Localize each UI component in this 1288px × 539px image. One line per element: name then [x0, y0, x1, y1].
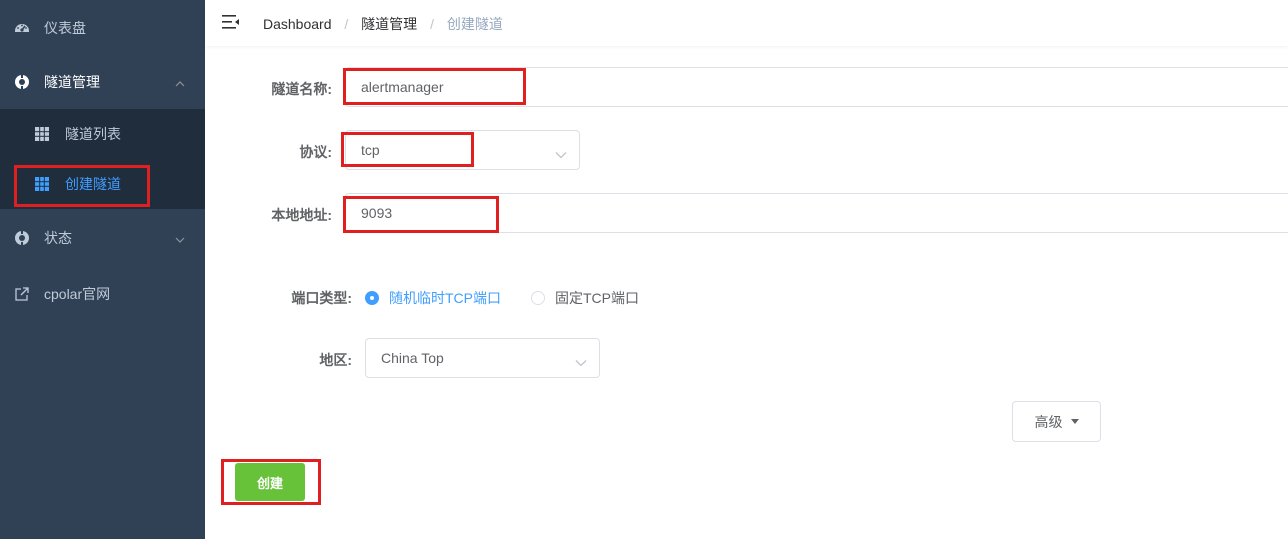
sidebar-item-tunnel-management[interactable]: 隧道管理: [0, 54, 205, 110]
sidebar-item-tunnel-list[interactable]: 隧道列表: [0, 109, 205, 159]
status-circle-icon: [14, 230, 30, 246]
tunnel-name-input[interactable]: alertmanager: [345, 67, 1288, 107]
dashboard-gauge-icon: [14, 20, 30, 36]
top-navbar: Dashboard / 隧道管理 / 创建隧道: [205, 0, 1288, 46]
sidebar-item-create-tunnel[interactable]: 创建隧道: [0, 159, 205, 209]
breadcrumb: Dashboard / 隧道管理 / 创建隧道: [263, 14, 503, 34]
breadcrumb-current: 创建隧道: [446, 16, 503, 32]
tunnel-name-label: 隧道名称:: [271, 81, 332, 97]
grid-icon: [35, 177, 49, 191]
tunnel-name-value: alertmanager: [361, 79, 444, 95]
sidebar-item-label: 隧道管理: [44, 74, 100, 90]
radio-label: 固定TCP端口: [555, 290, 639, 306]
protocol-value: tcp: [361, 142, 380, 158]
hamburger-menu-icon[interactable]: [222, 14, 240, 30]
create-button[interactable]: 创建: [235, 463, 305, 501]
breadcrumb-tunnel-management[interactable]: 隧道管理: [361, 14, 417, 34]
radio-checked-icon: [365, 291, 379, 305]
grid-icon: [35, 127, 49, 141]
chevron-down-icon: [575, 354, 587, 367]
sidebar-item-label: 状态: [44, 230, 72, 246]
region-label: 地区:: [319, 352, 352, 368]
advanced-button[interactable]: 高级: [1012, 401, 1101, 442]
sidebar-item-label: 隧道列表: [65, 126, 121, 142]
tunnel-submenu: 隧道列表 创建隧道: [0, 109, 205, 209]
chevron-up-icon: [175, 74, 185, 90]
protocol-label: 协议:: [299, 144, 332, 160]
sidebar-item-dashboard[interactable]: 仪表盘: [0, 0, 205, 56]
local-address-label: 本地地址:: [271, 207, 332, 223]
breadcrumb-separator: /: [430, 16, 434, 32]
sidebar-item-label: cpolar官网: [44, 286, 111, 302]
region-select[interactable]: China Top: [365, 338, 600, 378]
sidebar-item-status[interactable]: 状态: [0, 210, 205, 266]
external-link-icon: [14, 286, 30, 302]
caret-down-icon: [1070, 419, 1079, 424]
local-address-input[interactable]: 9093: [345, 193, 1288, 233]
breadcrumb-separator: /: [344, 16, 349, 32]
advanced-label: 高级: [1034, 413, 1063, 430]
radio-random-tcp-port[interactable]: 随机临时TCP端口: [365, 288, 501, 308]
radio-fixed-tcp-port[interactable]: 固定TCP端口: [531, 288, 639, 308]
local-address-value: 9093: [361, 205, 393, 221]
radio-unchecked-icon: [531, 291, 545, 305]
create-label: 创建: [256, 475, 283, 491]
tunnel-circle-icon: [14, 74, 30, 90]
port-type-label: 端口类型:: [291, 290, 352, 306]
sidebar-item-label: 创建隧道: [65, 176, 121, 192]
chevron-down-icon: [555, 146, 567, 159]
region-value: China Top: [381, 350, 444, 366]
radio-label: 随机临时TCP端口: [389, 290, 501, 306]
sidebar-item-label: 仪表盘: [44, 20, 86, 36]
breadcrumb-dashboard[interactable]: Dashboard: [263, 16, 332, 32]
sidebar: 仪表盘 隧道管理 隧道列表 创建隧道 状态 cpolar官网: [0, 0, 205, 539]
chevron-down-icon: [175, 230, 185, 246]
sidebar-item-cpolar-site[interactable]: cpolar官网: [0, 266, 205, 322]
protocol-select[interactable]: tcp: [345, 130, 580, 170]
